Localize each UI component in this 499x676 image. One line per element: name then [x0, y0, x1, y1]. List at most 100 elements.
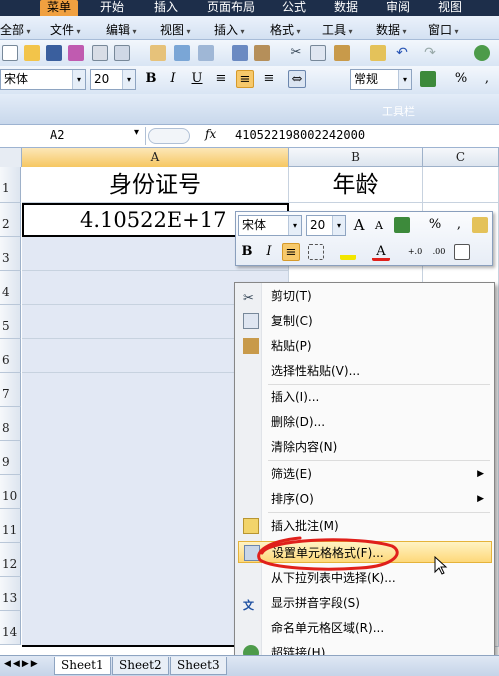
grow-font-button[interactable]: A	[350, 216, 368, 234]
cut-icon[interactable]: ✂	[288, 45, 304, 61]
research-book-icon[interactable]	[254, 45, 270, 61]
copy-icon[interactable]	[310, 45, 326, 61]
menu-item-clear-contents[interactable]: 清除内容(N)	[238, 436, 492, 458]
menu-item-copy[interactable]: 复制(C)	[238, 310, 492, 332]
format-painter-icon[interactable]	[370, 45, 386, 61]
row-header-10[interactable]: 10	[0, 475, 21, 509]
row-header-2[interactable]: 2	[0, 203, 21, 237]
column-header-c[interactable]: C	[423, 148, 499, 167]
formula-bar-resizer[interactable]	[148, 128, 190, 144]
mini-percent-button[interactable]: %	[426, 216, 444, 234]
permission-icon[interactable]	[68, 45, 84, 61]
row-header-8[interactable]: 8	[0, 407, 21, 441]
paste-icon[interactable]	[334, 45, 350, 61]
zoom-icon[interactable]	[174, 45, 190, 61]
sheet-nav-arrows-icon[interactable]: ◀◀▶▶	[4, 659, 40, 669]
menu-item-cut[interactable]: ✂ 剪切(T)	[238, 285, 492, 307]
cell-a1[interactable]: 身份证号	[22, 167, 289, 203]
menu-item-format-cells[interactable]: 设置单元格格式(F)...	[238, 541, 492, 563]
menu-edit[interactable]: 编辑	[106, 21, 137, 38]
row-header-13[interactable]: 13	[0, 577, 21, 611]
column-header-a[interactable]: A	[22, 148, 289, 167]
row-header-14[interactable]: 14	[0, 611, 21, 645]
hyperlink-icon[interactable]	[474, 45, 490, 61]
undo-icon[interactable]: ↶	[394, 45, 410, 61]
mini-merge-icon[interactable]	[454, 244, 470, 260]
print-icon[interactable]	[92, 45, 108, 61]
bold-button[interactable]: B	[142, 70, 160, 88]
percent-button[interactable]: %	[452, 70, 470, 88]
row-header-1[interactable]: 1	[0, 167, 21, 203]
sheet-tab-3[interactable]: Sheet3	[170, 657, 227, 675]
menu-file[interactable]: 文件	[50, 21, 81, 38]
align-center-icon[interactable]: ≡	[236, 70, 254, 88]
tab-view[interactable]: 视图	[432, 0, 468, 16]
new-document-icon[interactable]	[2, 45, 18, 61]
open-folder-icon[interactable]	[24, 45, 40, 61]
row-header-9[interactable]: 9	[0, 441, 21, 475]
menu-format[interactable]: 格式	[270, 21, 301, 38]
formula-input[interactable]: 410522198002242000	[235, 128, 365, 142]
sheet-tab-1[interactable]: Sheet1	[54, 657, 111, 675]
cell-c1[interactable]	[423, 167, 499, 203]
shrink-font-button[interactable]: A	[370, 217, 388, 235]
mini-italic-button[interactable]: I	[260, 243, 278, 261]
tab-insert[interactable]: 插入	[146, 0, 186, 16]
mini-bold-button[interactable]: B	[238, 243, 256, 261]
mini-decrease-decimal-icon[interactable]: .00	[428, 243, 450, 261]
tab-home[interactable]: 开始	[92, 0, 132, 16]
spelling-icon[interactable]	[232, 45, 248, 61]
menu-insert[interactable]: 插入	[214, 21, 245, 38]
number-format-select[interactable]: 常规 ▾	[350, 69, 412, 90]
mini-format-painter-icon[interactable]	[472, 217, 488, 233]
row-header-11[interactable]: 11	[0, 509, 21, 543]
mini-font-color-icon[interactable]: A	[372, 243, 390, 261]
align-right-icon[interactable]: ≡	[260, 70, 278, 88]
insert-function-icon[interactable]: fx	[205, 127, 216, 141]
mini-font-name-select[interactable]: 宋体 ▾	[238, 215, 302, 236]
row-header-4[interactable]: 4	[0, 271, 21, 305]
mini-align-center-icon[interactable]: ≡	[282, 243, 300, 261]
tab-formulas[interactable]: 公式	[276, 0, 312, 16]
italic-button[interactable]: I	[164, 70, 182, 88]
chevron-down-icon[interactable]: ▾	[134, 127, 139, 138]
cell-b1[interactable]: 年龄	[289, 167, 423, 203]
menu-item-filter[interactable]: 筛选(E) ▶	[238, 463, 492, 485]
menu-item-pick-from-list[interactable]: 从下拉列表中选择(K)...	[238, 567, 492, 589]
mini-comma-button[interactable]: ,	[450, 216, 468, 234]
merge-center-icon[interactable]: ⇔	[288, 70, 306, 88]
currency-icon[interactable]	[420, 71, 436, 87]
menu-tools[interactable]: 工具	[322, 21, 353, 38]
print-dropdown-icon[interactable]	[198, 45, 214, 61]
menu-data[interactable]: 数据	[376, 21, 407, 38]
menu-item-define-name[interactable]: 命名单元格区域(R)...	[238, 617, 492, 639]
redo-icon[interactable]: ↷	[422, 45, 438, 61]
mini-borders-icon[interactable]	[308, 244, 324, 260]
row-header-12[interactable]: 12	[0, 543, 21, 577]
menu-window[interactable]: 窗口	[428, 21, 459, 38]
align-left-icon[interactable]: ≡	[212, 70, 230, 88]
column-header-b[interactable]: B	[289, 148, 423, 167]
row-header-7[interactable]: 7	[0, 373, 21, 407]
menu-item-show-phonetic[interactable]: 文 显示拼音字段(S)	[238, 592, 492, 614]
menu-item-insert[interactable]: 插入(I)...	[238, 386, 492, 408]
font-name-select[interactable]: 宋体 ▾	[0, 69, 86, 90]
comma-style-button[interactable]: ,	[478, 70, 496, 88]
sheet-tab-2[interactable]: Sheet2	[112, 657, 169, 675]
tab-data[interactable]: 数据	[328, 0, 364, 16]
mini-font-size-select[interactable]: 20 ▾	[306, 215, 346, 236]
menu-item-insert-comment[interactable]: 插入批注(M)	[238, 515, 492, 537]
underline-button[interactable]: U	[188, 70, 206, 88]
select-all-corner[interactable]	[0, 148, 22, 167]
menu-item-delete[interactable]: 删除(D)...	[238, 411, 492, 433]
menu-view[interactable]: 视图	[160, 21, 191, 38]
font-size-select[interactable]: 20 ▾	[90, 69, 136, 90]
tab-page-layout[interactable]: 页面布局	[200, 0, 262, 16]
name-box[interactable]: A2 ▾	[0, 127, 146, 145]
mini-increase-decimal-icon[interactable]: +.0	[404, 243, 426, 261]
mini-currency-icon[interactable]	[394, 217, 410, 233]
mini-fill-color-icon[interactable]	[340, 244, 356, 260]
menu-item-sort[interactable]: 排序(O) ▶	[238, 488, 492, 510]
save-icon[interactable]	[46, 45, 62, 61]
row-header-5[interactable]: 5	[0, 305, 21, 339]
